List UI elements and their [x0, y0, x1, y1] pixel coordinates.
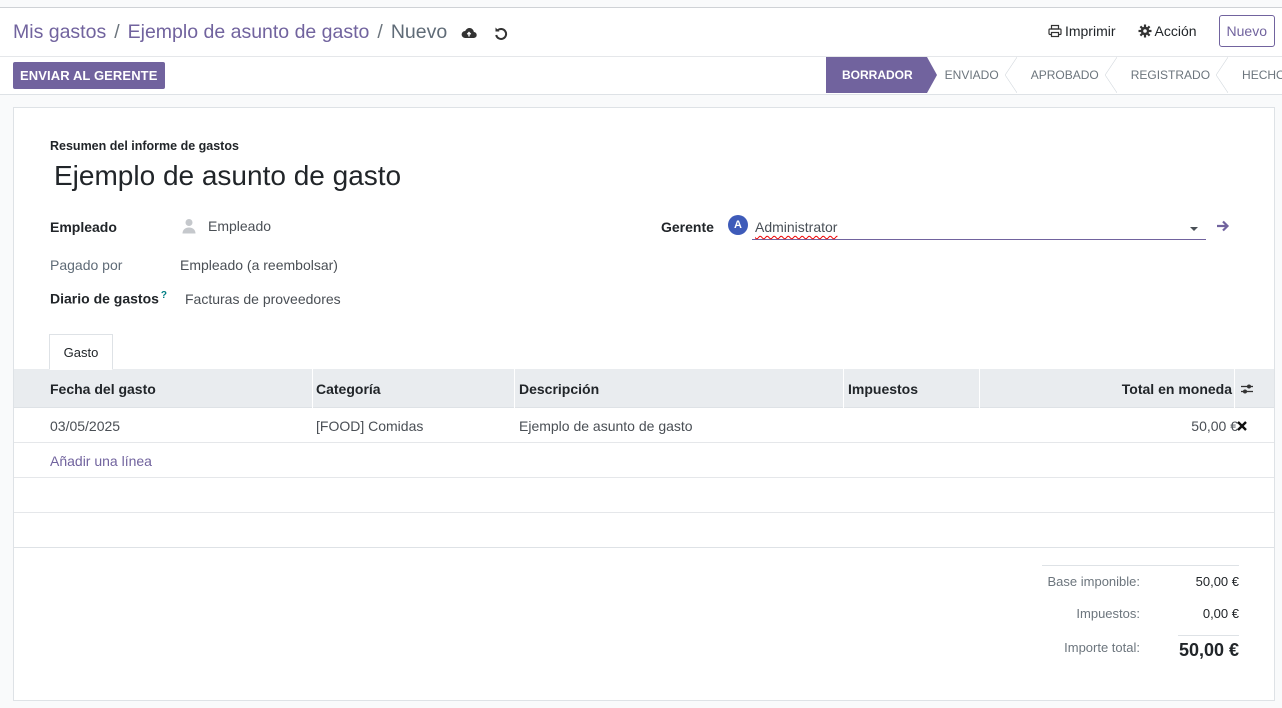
table-header: Fecha del gasto Categoría Descripción Im… [14, 369, 1274, 408]
cell-description[interactable]: Ejemplo de asunto de gasto [519, 408, 693, 443]
column-settings-icon[interactable] [1240, 369, 1254, 408]
column-header-date[interactable]: Fecha del gasto [50, 369, 156, 408]
empty-row [14, 513, 1274, 548]
add-line-link[interactable]: Añadir una línea [50, 443, 152, 478]
control-panel: Mis gastos / Ejemplo de asunto de gasto … [0, 8, 1282, 57]
form-subtitle: Resumen del informe de gastos [50, 139, 239, 153]
add-line-row: Añadir una línea [14, 443, 1274, 478]
printer-icon [1048, 24, 1062, 38]
column-header-description[interactable]: Descripción [519, 369, 599, 408]
cloud-upload-icon[interactable] [461, 24, 479, 42]
stage-done[interactable]: HECHO [1224, 57, 1282, 93]
stage-submitted[interactable]: ENVIADO [927, 57, 1017, 93]
breadcrumb-separator: / [114, 21, 120, 43]
cell-total[interactable]: 50,00 € [1191, 408, 1238, 443]
action-label: Acción [1154, 23, 1197, 39]
journal-field[interactable]: Facturas de proveedores [185, 291, 341, 307]
status-bar: ENVIAR AL GERENTE BORRADOR ENVIADO APROB… [0, 57, 1282, 95]
manager-label: Gerente [661, 219, 714, 235]
avatar: A [728, 215, 748, 235]
report-name-field[interactable]: Ejemplo de asunto de gasto [54, 160, 401, 192]
breadcrumb-record-link[interactable]: Ejemplo de asunto de gasto [128, 21, 370, 44]
chevron-down-icon[interactable] [1190, 227, 1198, 231]
employee-label: Empleado [50, 219, 117, 235]
print-button[interactable]: Imprimir [1048, 23, 1116, 39]
empty-row [14, 478, 1274, 513]
column-divider [843, 369, 844, 408]
stage-draft[interactable]: BORRADOR [826, 57, 937, 93]
user-icon [182, 218, 196, 237]
breadcrumb: Mis gastos / Ejemplo de asunto de gasto … [13, 21, 511, 44]
tax-total-value: 0,00 € [1202, 606, 1239, 621]
paid-by-label: Pagado por [50, 257, 123, 273]
breadcrumb-root-link[interactable]: Mis gastos [13, 21, 106, 44]
column-divider [1234, 369, 1235, 408]
help-tooltip-icon[interactable]: ? [161, 290, 167, 301]
form-sheet: Resumen del informe de gastos Ejemplo de… [13, 107, 1275, 701]
new-record-button[interactable]: Nuevo [1218, 15, 1275, 47]
column-header-category[interactable]: Categoría [316, 369, 381, 408]
submit-to-manager-button[interactable]: ENVIAR AL GERENTE [13, 62, 165, 89]
subtotal-value: 50,00 € [1195, 574, 1239, 589]
stage-approved[interactable]: APROBADO [1013, 57, 1117, 93]
column-header-total[interactable]: Total en moneda [1122, 369, 1232, 408]
cell-category[interactable]: [FOOD] Comidas [316, 408, 423, 443]
totals-divider [1042, 565, 1239, 566]
manager-value: Administrator [755, 219, 838, 235]
delete-row-icon[interactable] [1237, 408, 1247, 443]
column-divider [312, 369, 313, 408]
manager-input[interactable]: Administrator [752, 216, 1206, 240]
subtotal-label: Base imponible: [1047, 574, 1141, 589]
header-actions: Imprimir Acción Nuevo [1048, 15, 1282, 47]
tab-expense[interactable]: Gasto [49, 334, 113, 370]
paid-by-field[interactable]: Empleado (a reembolsar) [180, 257, 338, 273]
print-label: Imprimir [1064, 23, 1116, 39]
cell-date[interactable]: 03/05/2025 [50, 408, 120, 443]
grand-total-value: 50,00 € [1178, 640, 1239, 660]
column-header-taxes[interactable]: Impuestos [848, 369, 918, 408]
stage-posted[interactable]: REGISTRADO [1113, 57, 1229, 93]
arrow-right-icon[interactable] [1216, 219, 1232, 235]
action-button[interactable]: Acción [1138, 23, 1197, 39]
gear-icon [1138, 24, 1151, 38]
totals-divider [1178, 635, 1239, 636]
journal-label: Diario de gastos? [50, 290, 168, 307]
grand-total-label: Importe total: [1064, 640, 1140, 655]
employee-value: Empleado [208, 218, 272, 235]
column-divider [979, 369, 980, 408]
breadcrumb-separator: / [377, 21, 383, 43]
stage-pipeline: BORRADOR ENVIADO APROBADO REGISTRADO HEC… [826, 57, 1282, 93]
table-row[interactable]: 03/05/2025 [FOOD] Comidas Ejemplo de asu… [14, 408, 1274, 443]
breadcrumb-current: Nuevo [390, 21, 448, 43]
tax-total-label: Impuestos: [1076, 606, 1140, 621]
column-divider [514, 369, 515, 408]
undo-icon[interactable] [493, 24, 511, 42]
employee-field[interactable]: Empleado [182, 218, 271, 237]
